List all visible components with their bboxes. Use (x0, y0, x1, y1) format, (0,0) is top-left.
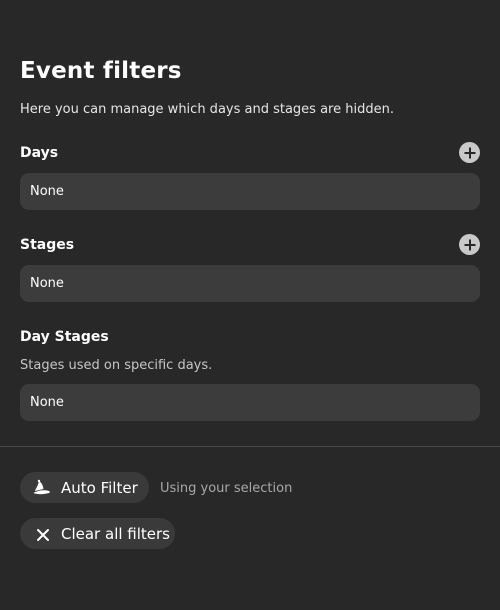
stages-field[interactable]: None (20, 265, 480, 302)
clear-all-filters-button[interactable]: Clear all filters (20, 518, 175, 549)
day-stages-label: Day Stages (20, 329, 109, 345)
auto-filter-label: Auto Filter (61, 478, 138, 497)
page-description: Here you can manage which days and stage… (20, 102, 394, 117)
clear-all-filters-label: Clear all filters (61, 524, 170, 543)
day-stages-section-header: Day Stages (20, 326, 480, 350)
auto-filter-hint: Using your selection (160, 481, 293, 496)
page-title: Event filters (20, 58, 182, 84)
add-stage-button[interactable] (459, 234, 480, 255)
days-label: Days (20, 145, 59, 161)
day-stages-field[interactable]: None (20, 384, 480, 421)
section-divider (0, 446, 500, 447)
close-icon (36, 527, 50, 541)
days-section-header: Days (20, 142, 480, 166)
day-stages-description: Stages used on specific days. (20, 358, 213, 373)
days-field[interactable]: None (20, 173, 480, 210)
wizard-hat-icon (32, 478, 52, 498)
auto-filter-button[interactable]: Auto Filter (20, 472, 149, 503)
stages-section-header: Stages (20, 234, 480, 258)
stages-label: Stages (20, 237, 75, 253)
add-day-button[interactable] (459, 142, 480, 163)
